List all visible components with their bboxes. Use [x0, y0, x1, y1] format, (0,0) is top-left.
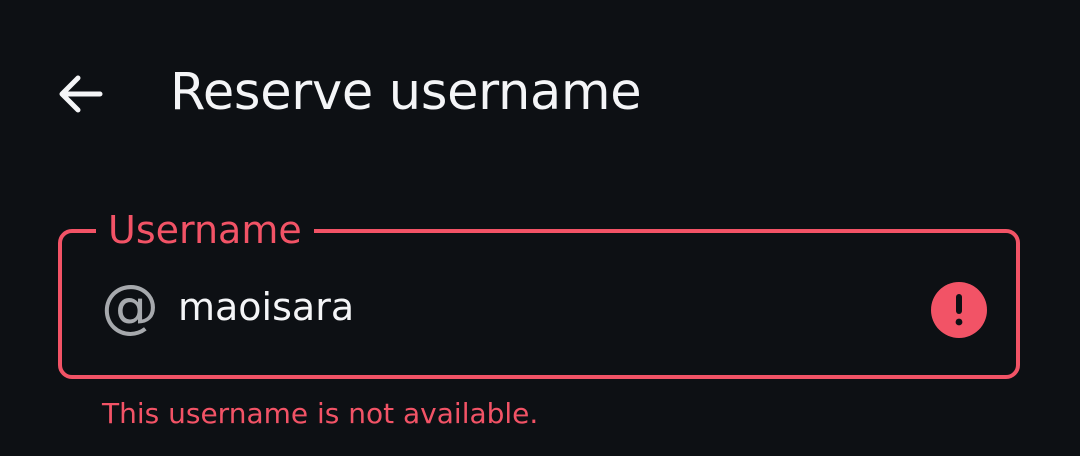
at-sign-icon: @ — [101, 272, 159, 340]
username-input[interactable] — [178, 277, 878, 337]
arrow-left-icon — [59, 75, 103, 113]
reserve-username-screen: Reserve username Username @ This usernam… — [0, 0, 1080, 456]
username-error-message: This username is not available. — [102, 397, 539, 430]
alert-circle-icon — [931, 282, 987, 338]
page-title: Reserve username — [170, 63, 642, 122]
back-button[interactable] — [44, 58, 116, 130]
app-bar: Reserve username — [0, 40, 1080, 140]
username-field[interactable]: Username @ — [58, 207, 1020, 379]
username-field-label: Username — [96, 207, 314, 253]
